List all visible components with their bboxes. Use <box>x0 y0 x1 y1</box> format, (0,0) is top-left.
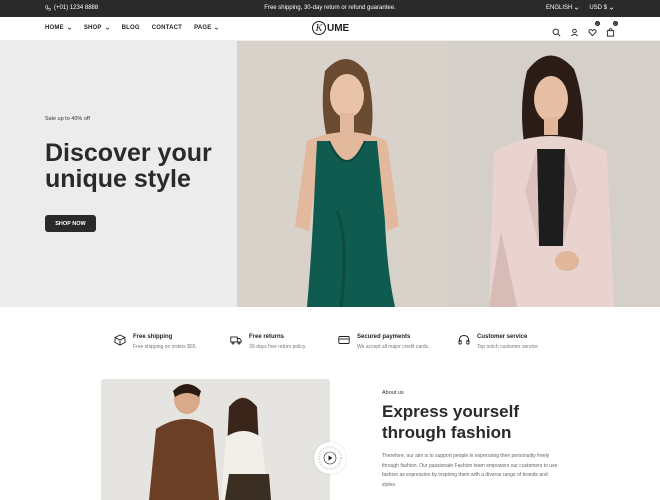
about-title-line: Express yourself <box>382 402 520 421</box>
feature-title: Free returns <box>249 334 285 340</box>
hero-title-line: unique style <box>45 165 191 193</box>
header-actions: 0 0 <box>552 21 618 37</box>
nav-item-shop[interactable]: SHOP <box>84 25 110 31</box>
main-nav: HOME SHOP BLOG CONTACT PAGE <box>45 25 219 31</box>
language-selector[interactable]: ENGLISH <box>546 5 579 11</box>
shop-now-button[interactable]: SHOP NOW <box>45 215 96 232</box>
couple-illustration <box>101 379 330 500</box>
about-title: Express yourself through fashion <box>382 401 582 443</box>
feature-free-returns: Free returns 30-days free return policy. <box>230 334 306 350</box>
wishlist-button[interactable]: 0 <box>588 21 600 37</box>
brand-logo[interactable]: K UME <box>312 21 349 35</box>
nav-label: PAGE <box>194 25 212 31</box>
hero-image-green-dress <box>237 41 449 307</box>
logo-mark: K <box>312 21 326 35</box>
logo-text: UME <box>327 22 350 34</box>
truck-icon <box>230 336 242 345</box>
chevron-down-icon <box>105 27 109 30</box>
hero-title: Discover your unique style <box>45 140 235 192</box>
chevron-down-icon <box>215 27 219 30</box>
feature-title: Secured payments <box>357 334 411 340</box>
chevron-down-icon <box>609 7 614 10</box>
box-icon <box>114 334 126 346</box>
nav-item-page[interactable]: PAGE <box>194 25 219 31</box>
cart-button[interactable]: 0 <box>606 21 618 37</box>
top-announcement-bar: (+01) 1234 8888 Free shipping, 30-day re… <box>0 0 660 17</box>
nav-item-blog[interactable]: BLOG <box>122 25 140 31</box>
about-image-couple <box>101 379 330 500</box>
nav-label: SHOP <box>83 25 102 31</box>
wishlist-count-badge: 0 <box>595 21 600 26</box>
about-label: About us <box>382 390 404 396</box>
chevron-down-icon <box>67 27 72 30</box>
search-icon <box>552 28 561 37</box>
feature-title: Customer service <box>477 334 528 340</box>
bag-icon <box>606 28 615 37</box>
model-illustration <box>449 41 660 307</box>
nav-item-contact[interactable]: CONTACT <box>152 25 182 31</box>
language-label: ENGLISH <box>545 5 573 11</box>
hero-image-blazer <box>449 41 660 307</box>
about-title-line: through fashion <box>382 423 512 442</box>
feature-customer-service: Customer service Top notch customer serv… <box>458 334 538 350</box>
user-icon <box>571 28 578 37</box>
feature-desc: Free shipping on orders $65. <box>133 344 197 350</box>
nav-label: CONTACT <box>151 25 183 31</box>
about-description: Therefore, our aim is to support people … <box>382 453 558 488</box>
feature-free-shipping: Free shipping Free shipping on orders $6… <box>114 334 197 350</box>
chevron-down-icon <box>575 7 579 10</box>
feature-secured-payments: Secured payments We accept all major cre… <box>338 334 429 350</box>
model-illustration <box>237 41 449 307</box>
headset-icon <box>458 335 470 345</box>
feature-desc: 30-days free return policy. <box>249 344 307 350</box>
feature-title: Free shipping <box>133 334 173 340</box>
card-icon <box>338 336 350 344</box>
nav-label: BLOG <box>121 25 140 31</box>
hero-subtitle: Sale up to 40% off <box>45 116 90 122</box>
account-button[interactable] <box>570 24 579 37</box>
nav-label: HOME <box>45 25 64 31</box>
cart-count-badge: 0 <box>613 21 618 26</box>
currency-selector[interactable]: USD $ <box>589 5 614 11</box>
search-button[interactable] <box>552 24 561 37</box>
play-icon <box>318 446 342 470</box>
features-strip: Free shipping Free shipping on orders $6… <box>0 334 660 354</box>
main-header: HOME SHOP BLOG CONTACT PAGE K UME 0 0 <box>0 17 660 41</box>
feature-desc: We accept all major credit cards. <box>357 344 430 350</box>
heart-icon <box>588 29 597 37</box>
play-video-badge[interactable] <box>314 442 346 474</box>
hero-title-line: Discover your <box>45 139 212 167</box>
currency-label: USD $ <box>589 5 607 11</box>
nav-item-home[interactable]: HOME <box>45 25 72 31</box>
feature-desc: Top notch customer service <box>477 344 538 350</box>
